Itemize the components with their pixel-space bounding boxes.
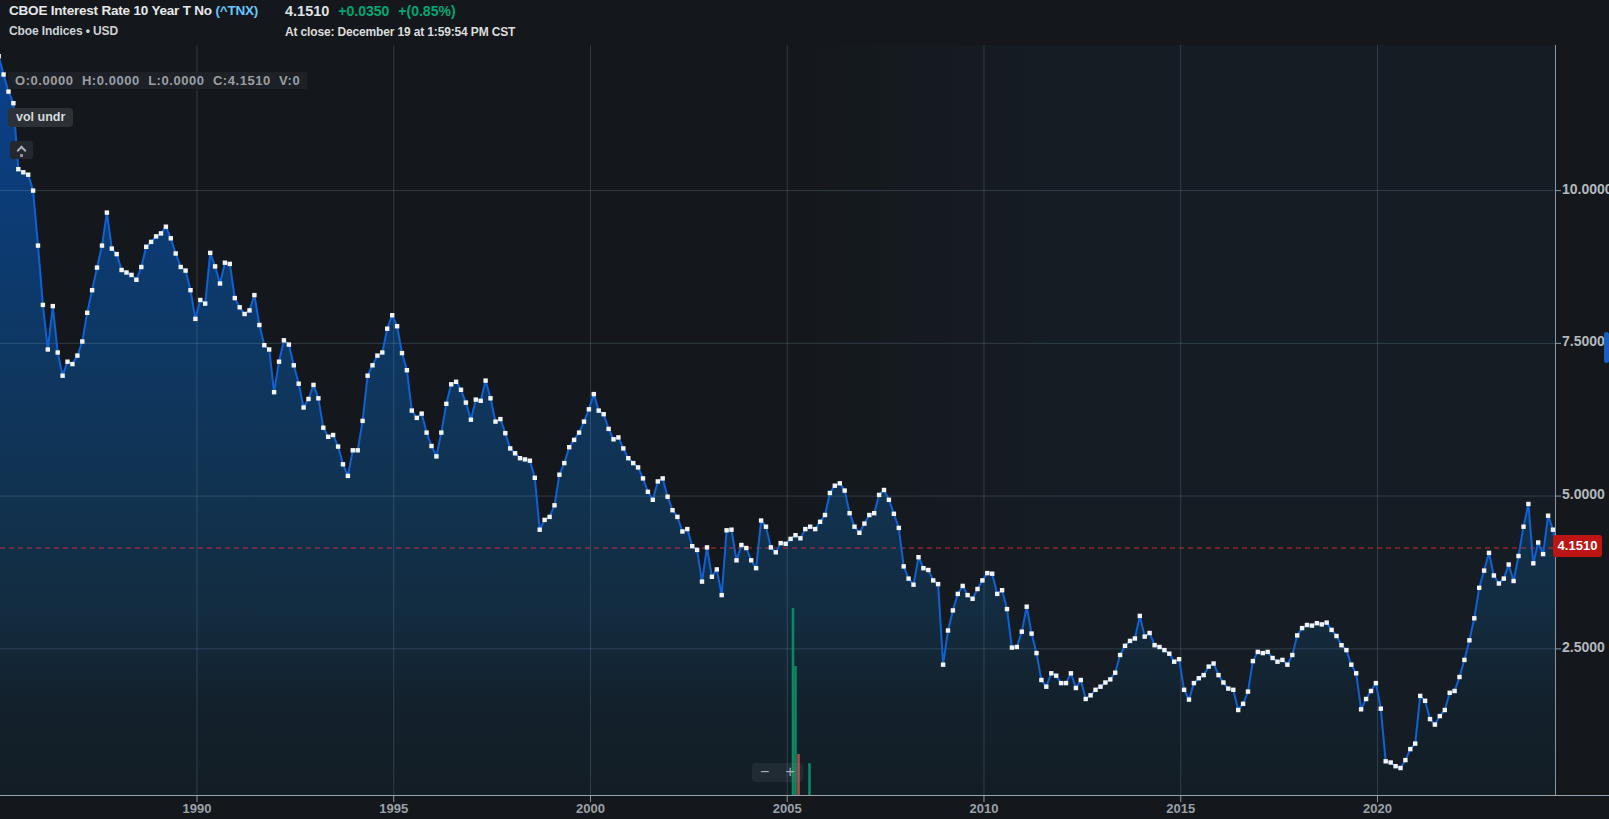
x-axis-label: 1990 [167,801,227,816]
x-axis-label: 1995 [364,801,424,816]
y-axis-label: 2.5000 [1562,639,1605,655]
price-row: 4.1510 +0.0350 +(0.85%) [285,3,456,19]
current-price-badge: 4.1510 [1553,535,1602,557]
price-change-percent: +(0.85%) [398,3,455,19]
price-chart[interactable] [0,0,1609,819]
x-axis-label: 2015 [1151,801,1211,816]
close-info: At close: December 19 at 1:59:54 PM CST [285,25,515,39]
ticker-symbol: (^TNX) [215,3,258,18]
ohlc-readout: O:0.0000 H:0.0000 L:0.0000 C:4.1510 V:0 [8,72,307,89]
zoom-in-button[interactable]: + [778,763,804,782]
x-axis-label: 2005 [757,801,817,816]
x-axis-label: 2020 [1347,801,1407,816]
y-axis-label: 5.0000 [1562,486,1605,502]
y-axis-label: 7.5000 [1562,333,1605,349]
vol-undr-button[interactable]: vol undr [8,108,73,127]
collapse-button[interactable] [10,141,33,159]
axis-drag-handle[interactable] [1604,332,1609,363]
price-change: +0.0350 [338,3,389,19]
chevron-up-icon [17,145,27,155]
page-title: CBOE Interest Rate 10 Year T No (^TNX) [9,3,258,18]
x-axis-label: 2010 [954,801,1014,816]
x-axis-label: 2000 [560,801,620,816]
volume-bar [808,763,811,795]
zoom-out-button[interactable]: − [752,763,778,782]
y-axis-label: 10.0000 [1562,181,1609,197]
page-subtitle: Cboe Indices • USD [9,24,118,38]
zoom-control: − + [752,763,803,782]
current-price: 4.1510 [285,3,329,19]
